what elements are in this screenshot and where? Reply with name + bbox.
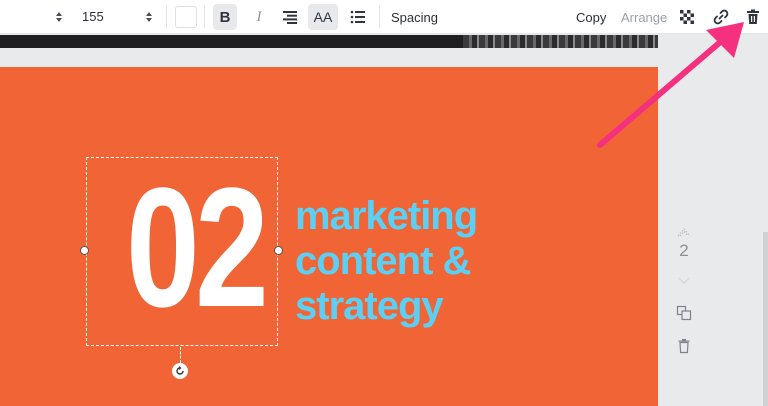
previous-slide-edge — [0, 35, 658, 48]
slide-headline[interactable]: marketing content & strategy — [295, 194, 478, 329]
duplicate-page-button[interactable] — [676, 305, 692, 321]
duplicate-icon — [676, 305, 692, 321]
align-right-button[interactable] — [278, 4, 302, 30]
font-family-stepper-icon[interactable] — [54, 10, 64, 24]
page-down-button[interactable] — [677, 272, 691, 290]
chevron-down-icon — [678, 277, 690, 284]
rotate-icon — [176, 366, 184, 375]
trash-icon — [678, 339, 690, 354]
uppercase-button[interactable]: AA — [308, 4, 338, 30]
page-number: 2 — [679, 241, 689, 260]
bold-button[interactable]: B — [213, 4, 237, 30]
rotate-handle[interactable] — [172, 363, 188, 379]
font-size-value[interactable]: 155 — [82, 9, 104, 24]
list-button[interactable] — [346, 4, 370, 30]
copy-button[interactable]: Copy — [576, 10, 606, 25]
chevron-up-icon — [677, 228, 691, 237]
photo-thumbnail — [463, 35, 658, 48]
scrollbar[interactable] — [763, 232, 768, 406]
trash-icon — [747, 9, 759, 24]
italic-button[interactable]: I — [247, 4, 271, 30]
link-button[interactable] — [710, 6, 732, 28]
list-icon — [350, 10, 365, 24]
delete-button[interactable] — [742, 6, 764, 28]
font-size-stepper-icon[interactable] — [144, 10, 154, 24]
text-selection-box[interactable] — [86, 157, 278, 346]
slide-gap — [0, 48, 658, 67]
headline-line: strategy — [295, 284, 444, 328]
headline-line: content & — [295, 239, 471, 283]
align-right-icon — [283, 11, 297, 24]
page-side-panel — [658, 35, 768, 406]
rotate-connector — [180, 347, 181, 363]
toolbar-divider — [204, 6, 205, 28]
transparency-icon — [680, 10, 694, 24]
link-icon — [713, 9, 729, 25]
delete-page-button[interactable] — [676, 338, 692, 354]
text-toolbar: 155 B I AA Spacing Copy Arrange — [0, 0, 768, 34]
spacing-button[interactable]: Spacing — [391, 10, 438, 25]
arrange-button[interactable]: Arrange — [621, 10, 667, 25]
resize-handle-left[interactable] — [80, 246, 89, 255]
resize-handle-right[interactable] — [274, 246, 283, 255]
toolbar-divider — [379, 6, 380, 28]
toolbar-divider — [166, 6, 167, 28]
page-up-button[interactable] — [677, 224, 691, 242]
transparency-button[interactable] — [676, 6, 698, 28]
text-color-swatch[interactable] — [175, 6, 197, 28]
headline-line: marketing — [295, 194, 478, 238]
